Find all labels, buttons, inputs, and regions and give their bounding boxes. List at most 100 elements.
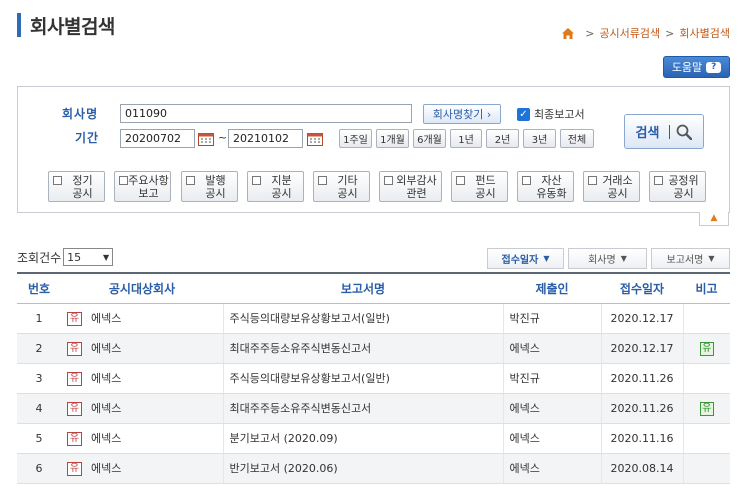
result-count-area: 조회건수 15 ▼ (17, 248, 114, 266)
collapse-panel-button[interactable]: ▲ (699, 212, 729, 226)
period-1week-button[interactable]: 1주일 (339, 129, 372, 148)
securities-market-badge: 유 (67, 372, 82, 386)
period-3year-button[interactable]: 3년 (523, 129, 556, 148)
table-row[interactable]: 3 유 에넥스 주식등의대량보유상황보고서(일반) 박진규 2020.11.26 (17, 363, 730, 394)
company-cell: 유 에넥스 (61, 303, 223, 334)
company-cell: 유 에넥스 (61, 453, 223, 484)
period-2year-button[interactable]: 2년 (486, 129, 519, 148)
help-button-label: 도움말 (671, 61, 703, 74)
type-checkbox[interactable] (522, 176, 531, 185)
row-number: 4 (17, 393, 61, 424)
table-row[interactable]: 5 유 에넥스 분기보고서 (2020.09) 에넥스 2020.11.16 (17, 423, 730, 454)
table-row[interactable]: 4 유 에넥스 최대주주등소유주식변동신고서 에넥스 2020.11.26 유 (17, 393, 730, 424)
calendar-icon[interactable] (198, 132, 214, 146)
breadcrumb-item-filing-search[interactable]: 공시서류검색 (599, 25, 660, 41)
title-accent-bar (17, 13, 21, 37)
period-1year-button[interactable]: 1년 (450, 129, 482, 148)
date-cell: 2020.12.17 (600, 303, 683, 334)
page-title: 회사별검색 (30, 15, 115, 38)
report-link[interactable]: 분기보고서 (2020.09) (222, 423, 503, 454)
home-icon[interactable] (562, 27, 575, 39)
note-badge[interactable]: 유 (699, 341, 714, 356)
type-checkbox[interactable] (654, 176, 663, 185)
company-link[interactable]: 에넥스 (91, 312, 121, 325)
sort-by-company-button[interactable]: 회사명 ▼ (568, 248, 647, 269)
results-table: 번호 공시대상회사 보고서명 제출인 접수일자 비고 1 유 에넥스 주식등의대량보유… (17, 272, 730, 484)
company-link[interactable]: 에넥스 (91, 432, 121, 445)
report-link[interactable]: 최대주주등소유주식변동신고서 (222, 393, 503, 424)
type-major-report[interactable]: 주요사항 보고 (114, 171, 171, 202)
type-issuance-disclosure[interactable]: 발행 공시 (181, 171, 238, 202)
end-date-input[interactable]: 20210102 (228, 129, 303, 148)
report-link[interactable]: 주식등의대량보유상황보고서(일반) (222, 363, 503, 394)
col-header-note: 비고 (683, 272, 730, 304)
report-link[interactable]: 주식등의대량보유상황보고서(일반) (222, 303, 503, 334)
securities-market-badge: 유 (67, 342, 82, 356)
row-number: 2 (17, 333, 61, 364)
table-row[interactable]: 2 유 에넥스 최대주주등소유주식변동신고서 에넥스 2020.12.17 유 (17, 333, 730, 364)
result-count-label: 조회건수 (17, 250, 62, 265)
type-other-disclosure[interactable]: 기타 공시 (313, 171, 370, 202)
chevron-down-icon: ▼ (103, 252, 110, 262)
type-checkbox[interactable] (252, 176, 261, 185)
type-ftc-disclosure[interactable]: 공정위 공시 (649, 171, 706, 202)
chevron-down-icon: ▼ (543, 254, 550, 263)
type-asset-securitization[interactable]: 자산 유동화 (517, 171, 574, 202)
submitter-cell: 박진규 (502, 363, 601, 394)
sort-by-report-button[interactable]: 보고서명 ▼ (651, 248, 730, 269)
securities-market-badge: 유 (67, 312, 82, 326)
date-cell: 2020.08.14 (600, 453, 683, 484)
securities-market-badge: 유 (67, 462, 82, 476)
company-find-button[interactable]: 회사명찾기 › (423, 104, 501, 124)
col-header-date: 접수일자 (601, 272, 683, 304)
breadcrumb-item-company-search[interactable]: 회사별검색 (679, 25, 730, 41)
page-title-bar: 회사별검색 (17, 12, 115, 38)
note-cell (682, 303, 730, 334)
note-badge[interactable]: 유 (699, 401, 714, 416)
search-button-label: 검색 (635, 126, 660, 141)
company-cell: 유 에넥스 (61, 423, 223, 454)
company-link[interactable]: 에넥스 (91, 372, 121, 385)
type-checkbox[interactable] (456, 176, 465, 185)
table-row[interactable]: 1 유 에넥스 주식등의대량보유상황보고서(일반) 박진규 2020.12.17 (17, 303, 730, 334)
period-all-button[interactable]: 전체 (560, 129, 594, 148)
company-link[interactable]: 에넥스 (91, 462, 121, 475)
help-button[interactable]: 도움말 ? (663, 56, 730, 78)
result-count-select[interactable]: 15 ▼ (63, 248, 114, 266)
type-checkbox[interactable] (186, 176, 195, 185)
type-checkbox[interactable] (53, 176, 62, 185)
table-row[interactable]: 6 유 에넥스 반기보고서 (2020.06) 에넥스 2020.08.14 (17, 453, 730, 484)
magnifier-icon (677, 124, 693, 140)
breadcrumb: > 공시서류검색 > 회사별검색 (562, 25, 730, 41)
period-1month-button[interactable]: 1개월 (376, 129, 409, 148)
calendar-icon[interactable] (307, 132, 323, 146)
chevron-up-icon: ▲ (710, 213, 718, 223)
period-6month-button[interactable]: 6개월 (413, 129, 446, 148)
submitter-cell: 에넥스 (502, 333, 601, 364)
date-cell: 2020.11.16 (600, 423, 683, 454)
col-header-number: 번호 (17, 272, 61, 304)
start-date-input[interactable]: 20200702 (120, 129, 195, 148)
report-link[interactable]: 반기보고서 (2020.06) (222, 453, 503, 484)
sort-by-date-button[interactable]: 접수일자 ▼ (487, 248, 564, 269)
final-report-checkbox[interactable]: ✓ (517, 108, 530, 121)
type-exchange-disclosure[interactable]: 거래소 공시 (583, 171, 640, 202)
search-button[interactable]: 검색 (624, 114, 704, 149)
note-cell (682, 363, 730, 394)
report-link[interactable]: 최대주주등소유주식변동신고서 (222, 333, 503, 364)
type-regular-disclosure[interactable]: 정기 공시 (48, 171, 105, 202)
type-checkbox[interactable] (318, 176, 327, 185)
company-cell: 유 에넥스 (61, 363, 223, 394)
type-checkbox[interactable] (119, 176, 128, 185)
type-fund-disclosure[interactable]: 펀드 공시 (451, 171, 508, 202)
company-link[interactable]: 에넥스 (91, 402, 121, 415)
submitter-cell: 에넥스 (502, 423, 601, 454)
col-header-report: 보고서명 (223, 272, 503, 304)
type-checkbox[interactable] (384, 176, 393, 185)
company-input[interactable]: 011090 (120, 104, 412, 123)
company-link[interactable]: 에넥스 (91, 342, 121, 355)
question-icon: ? (706, 61, 722, 73)
type-equity-disclosure[interactable]: 지분 공시 (247, 171, 304, 202)
type-external-audit[interactable]: 외부감사 관련 (379, 171, 442, 202)
type-checkbox[interactable] (588, 176, 597, 185)
